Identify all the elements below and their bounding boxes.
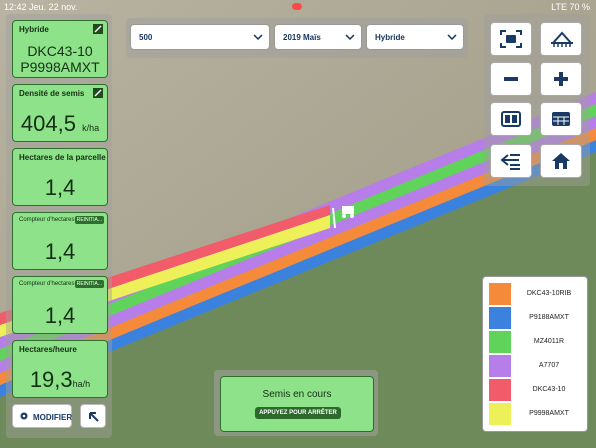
compteur-b-value: 1,4 [44,303,76,328]
hectares-heure-unit: ha/h [72,379,91,389]
compteur-a-value: 1,4 [44,239,76,264]
densite-value: 404,5 [20,111,76,136]
status-bar: 12:42 Jeu. 22 nov. LTE 70 % [0,0,596,14]
hybride-card[interactable]: Hybride DKC43-10 P9998AMXT [12,20,108,78]
zoom-out-button[interactable] [490,62,532,96]
hectares-parcelle-value: 1,4 [44,175,76,200]
arrow-up-left-icon [89,412,99,422]
field-select-value: 500 [139,33,153,42]
legend-item: A7707 [489,355,585,377]
legend-item: MZ4011R [489,331,585,353]
legend-label: A7707 [538,362,560,369]
legend-swatch [489,403,511,425]
legend-label: MZ4011R [533,338,565,345]
zoom-in-icon [554,72,568,86]
layer-select-value: Hybride [375,33,405,42]
chevron-down-icon [447,34,457,41]
planting-status-card: Semis en cours APPUYEZ POUR ARRÊTER [220,376,374,432]
gear-icon [20,412,28,420]
hybride-line1: DKC43-10 [27,43,93,59]
stop-planting-button[interactable]: APPUYEZ POUR ARRÊTER [255,407,341,419]
hectares-parcelle-card: Hectares de la parcelle 1,4 [12,148,108,206]
densite-unit: k/ha [82,123,100,133]
hectares-parcelle-title: Hectares de la parcelle [19,153,106,162]
hybride-line2: P9998AMXT [20,59,100,75]
chevron-down-icon [345,34,355,41]
legend-swatch [489,379,511,401]
edit-icon[interactable] [93,24,103,34]
split-view-button[interactable] [490,102,532,136]
legend-item: P9998AMXT [489,403,585,425]
compteur-b-title: Compteur d'hectares B [19,281,81,287]
legend-item: DKC43-10 [489,379,585,401]
legend-swatch [489,307,511,329]
planting-status-title: Semis en cours [262,389,332,400]
compteur-a-title: Compteur d'hectares A [19,217,80,223]
field-select[interactable]: 500 [130,24,270,50]
season-select[interactable]: 2019 Maïs [274,24,362,50]
table-button[interactable] [540,102,582,136]
legend-label: P9998AMXT [529,410,569,417]
densite-title: Densité de semis [19,89,85,98]
planter-button[interactable] [540,22,582,56]
legend-swatch [489,283,511,305]
modifier-button[interactable]: MODIFIER [12,404,72,428]
recording-indicator [292,3,302,10]
home-button[interactable] [540,144,582,178]
hectares-heure-card: Hectares/heure 19,3ha/h [12,340,108,398]
hybrid-legend: DKC43-10RIB P9188AMXT MZ4011R A7707 DKC4… [482,276,588,432]
hybride-title: Hybride [19,25,49,34]
legend-label: DKC43-10 [532,386,566,393]
zoom-in-button[interactable] [540,62,582,96]
zoom-out-icon [504,77,518,81]
chevron-down-icon [253,34,263,41]
reset-b-button[interactable]: REINITIA... [74,280,104,288]
table-icon [552,112,570,126]
planter-icon [551,31,573,47]
legend-item: P9188AMXT [489,307,585,329]
densite-value-row: 404,5 k/ha [13,111,107,137]
fullscreen-button[interactable] [490,22,532,56]
compteur-a-card: Compteur d'hectares A REINITIA... 1,4 [12,212,108,270]
legend-swatch [489,331,511,353]
fullscreen-icon [500,30,522,48]
layers-back-icon [500,154,520,170]
reset-a-button[interactable]: REINITIA... [74,216,104,224]
legend-item: DKC43-10RIB [489,283,585,305]
layers-back-button[interactable] [490,144,532,178]
modifier-label: MODIFIER [33,413,73,422]
status-time: 12:42 Jeu. 22 nov. [4,2,78,12]
season-select-value: 2019 Maïs [283,33,321,42]
home-icon [552,153,570,169]
layer-select[interactable]: Hybride [366,24,464,50]
compteur-b-card: Compteur d'hectares B REINITIA... 1,4 [12,276,108,334]
hectares-heure-value: 19,3 [29,367,73,392]
densite-card[interactable]: Densité de semis 404,5 k/ha [12,84,108,142]
hectares-heure-title: Hectares/heure [19,345,77,354]
status-network: LTE 70 % [551,2,590,12]
edit-icon[interactable] [93,88,103,98]
legend-swatch [489,355,511,377]
legend-label: P9188AMXT [529,314,569,321]
legend-label: DKC43-10RIB [526,290,572,297]
split-view-icon [501,111,521,127]
expand-button[interactable] [80,404,106,428]
hectares-heure-value-row: 19,3ha/h [13,367,107,393]
